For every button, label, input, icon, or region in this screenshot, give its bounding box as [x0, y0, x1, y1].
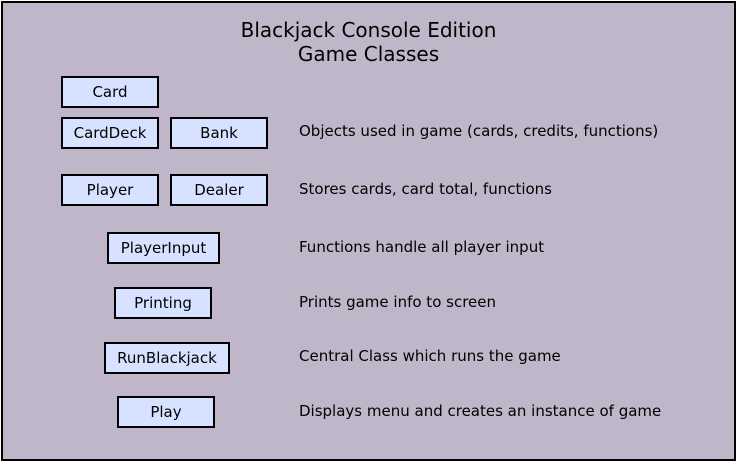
class-box-card: Card: [61, 76, 159, 108]
description-printing: Prints game info to screen: [299, 293, 496, 311]
diagram-title: Blackjack Console Edition Game Classes: [3, 18, 734, 66]
title-line-2: Game Classes: [297, 42, 440, 66]
class-box-runblackjack: RunBlackjack: [104, 342, 230, 374]
title-line-1: Blackjack Console Edition: [240, 18, 497, 42]
class-box-printing: Printing: [114, 287, 212, 319]
class-box-play: Play: [117, 396, 215, 428]
class-box-bank: Bank: [170, 117, 268, 149]
class-box-player: Player: [61, 174, 159, 206]
description-objects: Objects used in game (cards, credits, fu…: [299, 122, 659, 140]
description-player-dealer: Stores cards, card total, functions: [299, 180, 553, 198]
diagram-canvas: Blackjack Console Edition Game Classes C…: [1, 1, 736, 461]
description-playerinput: Functions handle all player input: [299, 238, 545, 256]
class-box-carddeck: CardDeck: [61, 117, 159, 149]
class-box-dealer: Dealer: [170, 174, 268, 206]
class-box-playerinput: PlayerInput: [107, 232, 220, 264]
description-play: Displays menu and creates an instance of…: [299, 402, 662, 420]
description-runblackjack: Central Class which runs the game: [299, 347, 561, 365]
